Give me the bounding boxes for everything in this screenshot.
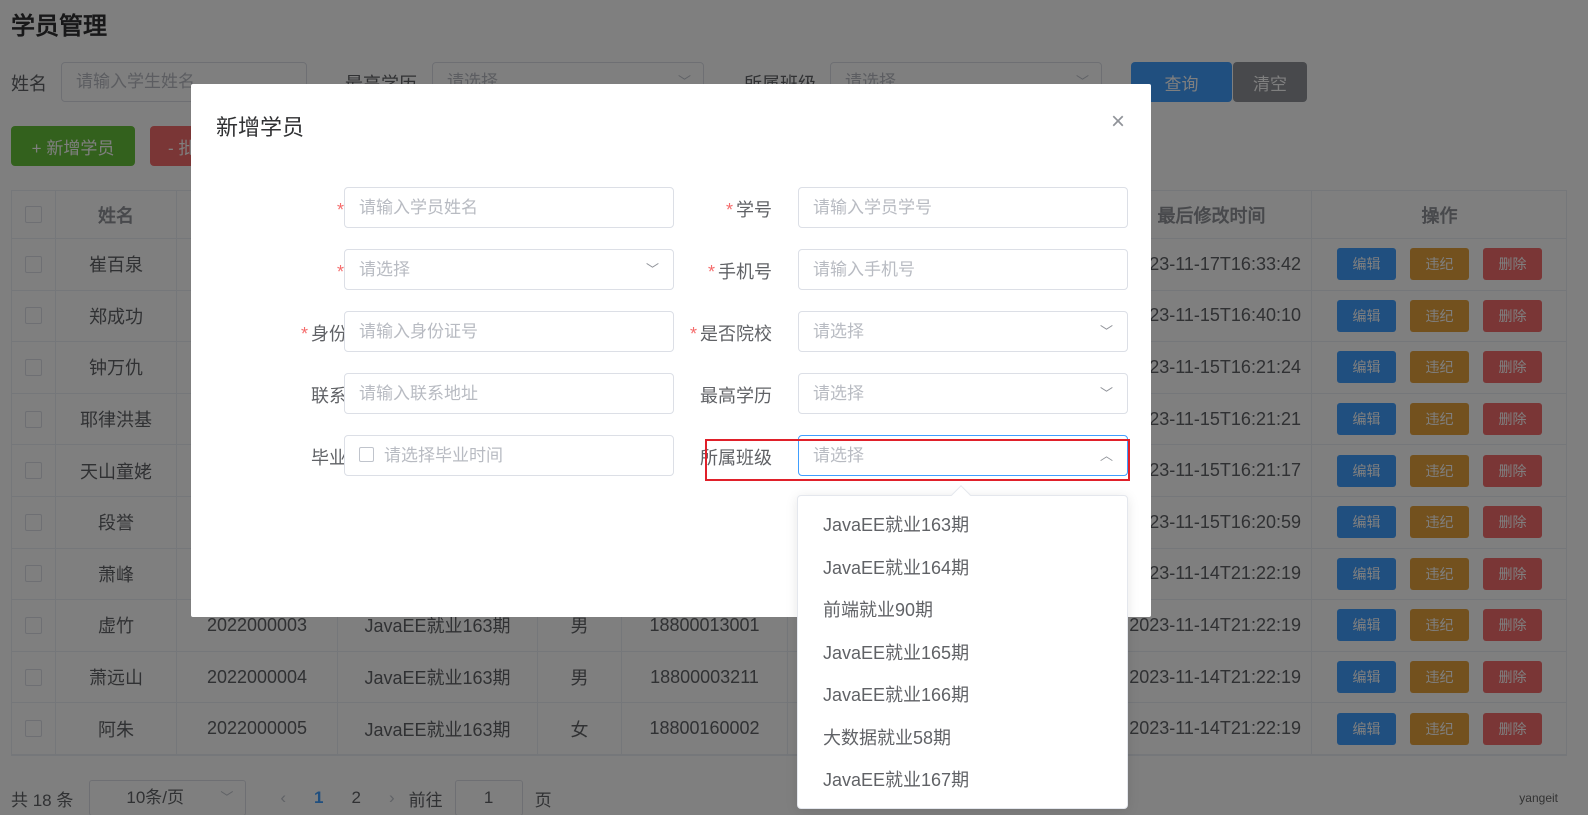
education-placeholder: 请选择 — [813, 384, 864, 403]
required-mark: * — [300, 324, 308, 344]
gender-placeholder: 请选择 — [359, 260, 410, 279]
name-input[interactable]: 请输入学员姓名 — [344, 187, 674, 228]
class-option[interactable]: JavaEE就业164期 — [798, 547, 1127, 590]
phone-input[interactable]: 请输入手机号 — [798, 249, 1128, 290]
label-is-college: * 是否院校 — [647, 320, 772, 346]
id-card-input[interactable]: 请输入身份证号 — [344, 311, 674, 352]
chevron-down-icon: ﹀ — [1099, 386, 1113, 401]
is-college-placeholder: 请选择 — [813, 322, 864, 341]
class-option[interactable]: 大数据就业58期 — [798, 717, 1127, 760]
address-input[interactable]: 请输入联系地址 — [344, 373, 674, 414]
class-placeholder: 请选择 — [813, 446, 864, 465]
education-select[interactable]: 请选择 ﹀ — [798, 373, 1128, 414]
dialog-title: 新增学员 — [216, 115, 305, 140]
required-mark: * — [336, 262, 344, 282]
required-mark: * — [689, 324, 697, 344]
calendar-icon — [359, 447, 374, 463]
label-student-no: * 学号 — [647, 196, 772, 222]
class-option[interactable]: JavaEE就业163期 — [798, 504, 1127, 547]
required-mark: * — [707, 262, 715, 282]
class-option[interactable]: JavaEE就业167期 — [798, 759, 1127, 802]
label-education: 最高学历 — [700, 386, 772, 406]
label-phone: * 手机号 — [647, 258, 772, 284]
required-mark: * — [725, 200, 733, 220]
grad-time-picker[interactable]: 请选择毕业时间 — [344, 435, 674, 476]
label-is-college-text: 是否院校 — [700, 324, 772, 344]
required-mark: * — [336, 200, 344, 220]
label-student-no-text: 学号 — [736, 200, 772, 220]
label-phone-text: 手机号 — [718, 262, 772, 282]
class-option[interactable]: 前端就业90期 — [798, 589, 1127, 632]
gender-select[interactable]: 请选择 ﹀ — [344, 249, 674, 290]
student-no-input[interactable]: 请输入学员学号 — [798, 187, 1128, 228]
class-option[interactable]: JavaEE就业165期 — [798, 632, 1127, 675]
grad-time-placeholder: 请选择毕业时间 — [384, 446, 503, 465]
chevron-down-icon: ﹀ — [1099, 324, 1113, 339]
is-college-select[interactable]: 请选择 ﹀ — [798, 311, 1128, 352]
chevron-up-icon: ︿ — [1099, 448, 1113, 463]
class-select[interactable]: 请选择 ︿ — [798, 435, 1128, 476]
close-icon[interactable]: × — [1111, 110, 1125, 134]
label-class: 所属班级 — [700, 448, 772, 468]
class-option[interactable]: JavaEE就业166期 — [798, 674, 1127, 717]
class-dropdown: JavaEE就业163期 JavaEE就业164期 前端就业90期 JavaEE就业1… — [797, 485, 1128, 809]
